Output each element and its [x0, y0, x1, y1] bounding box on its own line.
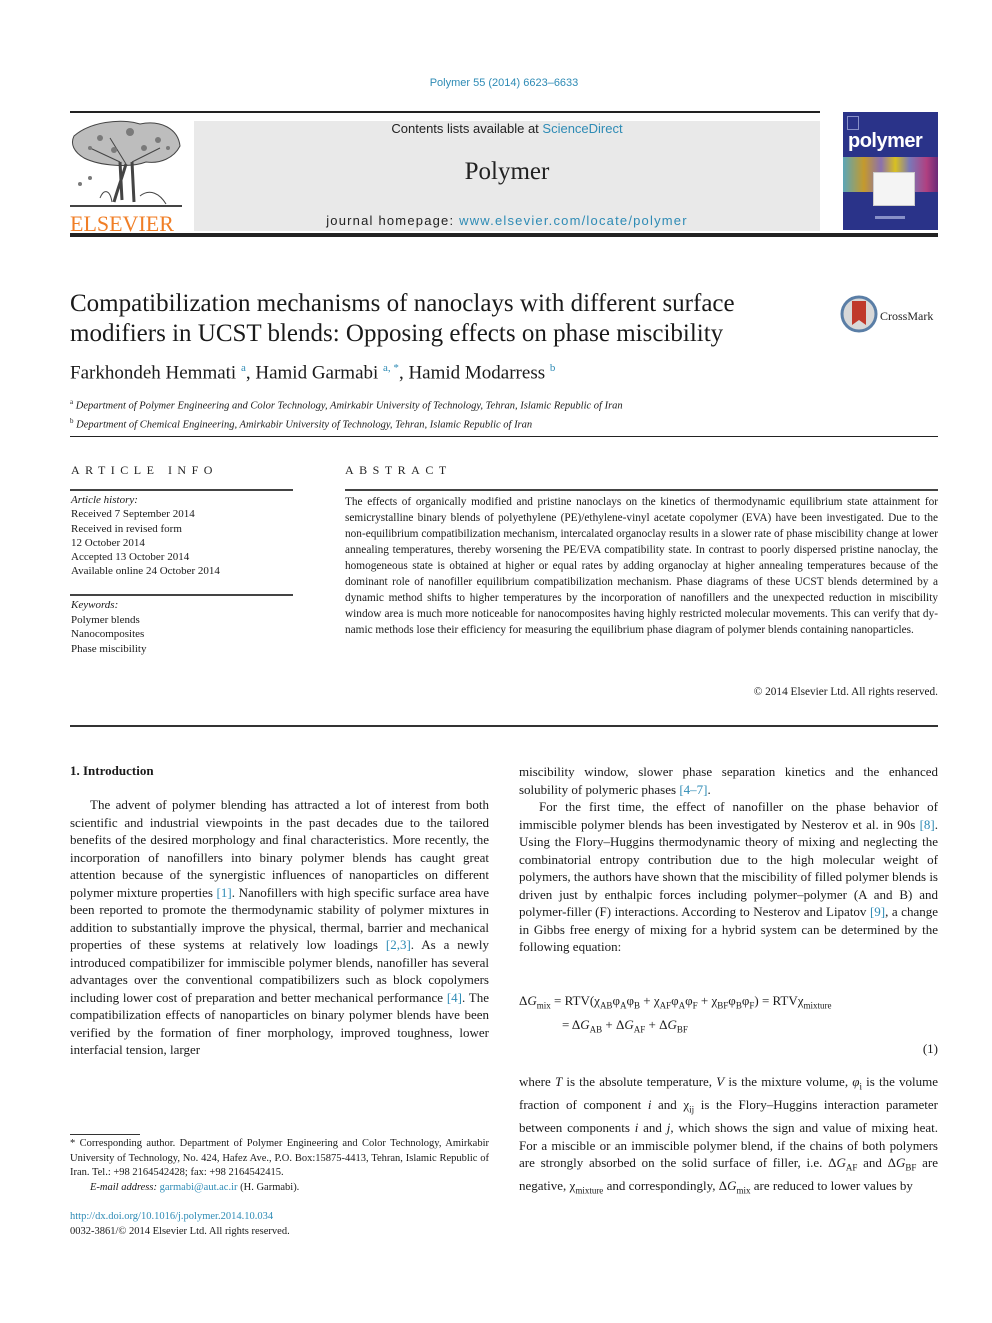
keywords: Keywords: Polymer blends Nanocomposites …	[71, 598, 146, 656]
cover-figure	[873, 172, 915, 206]
contents-line: Contents lists available at ScienceDirec…	[194, 121, 820, 136]
author-affiliation-mark[interactable]: b	[550, 362, 556, 374]
issn-copyright: 0032-3861/© 2014 Elsevier Ltd. All right…	[70, 1226, 290, 1237]
abstract-bottom-rule	[70, 725, 938, 727]
equation-number: (1)	[922, 1041, 938, 1056]
history-item: Accepted 13 October 2014	[71, 551, 190, 564]
abstract-text: The effects of organically modified and …	[345, 496, 938, 636]
citation-link[interactable]: [8]	[920, 817, 935, 832]
affiliation-mark: a	[70, 398, 74, 406]
crossmark-label: CrossMark	[880, 309, 934, 323]
doi-link[interactable]: http://dx.doi.org/10.1016/j.polymer.2014…	[70, 1211, 273, 1222]
article-info-rule	[70, 489, 293, 491]
history-label: Article history:	[71, 494, 138, 506]
affiliation-text: Department of Chemical Engineering, Amir…	[76, 419, 533, 430]
affiliation-mark: b	[70, 416, 74, 425]
sciencedirect-link[interactable]: ScienceDirect	[542, 121, 622, 136]
journal-homepage-link[interactable]: www.elsevier.com/locate/polymer	[459, 213, 688, 228]
author-name[interactable]: Hamid Modarress	[408, 362, 545, 383]
history-item: Received 7 September 2014	[71, 508, 195, 521]
corresponding-author-note: * Corresponding author. Department of Po…	[70, 1138, 489, 1178]
footnote-rule	[70, 1134, 140, 1135]
author-name[interactable]: Hamid Garmabi	[255, 362, 378, 383]
email-suffix: (H. Garmabi).	[237, 1181, 300, 1193]
email-link[interactable]: garmabi@aut.ac.ir	[160, 1182, 238, 1193]
history-item: Available online 24 October 2014	[71, 565, 220, 578]
abstract-copyright: © 2014 Elsevier Ltd. All rights reserved…	[753, 686, 938, 698]
keyword-item: Phase miscibility	[71, 642, 147, 655]
author-affiliation-mark[interactable]: a, *	[383, 362, 399, 374]
header-bottom-rule	[70, 233, 938, 237]
email-line: E-mail address: garmabi@aut.ac.ir (H. Ga…	[70, 1181, 489, 1196]
body-column-right: miscibility window, slower phase separat…	[519, 763, 938, 956]
paragraph: The advent of polymer blending has attra…	[70, 797, 489, 1057]
crossmark-button[interactable]: CrossMark	[840, 295, 940, 335]
homepage-line: journal homepage: www.elsevier.com/locat…	[194, 213, 820, 228]
citation-link[interactable]: [4–7]	[679, 782, 707, 797]
paragraph: where T is the absolute temperature, V i…	[519, 1074, 939, 1196]
contents-prefix: Contents lists available at	[391, 121, 543, 136]
journal-cover-thumbnail[interactable]: polymer	[843, 112, 938, 230]
citation-link[interactable]: [1]	[217, 885, 232, 900]
homepage-prefix: journal homepage:	[326, 213, 460, 228]
author-affiliation-mark[interactable]: a	[241, 362, 246, 374]
paragraph: miscibility window, slower phase separat…	[519, 764, 938, 797]
paragraph: For the first time, the effect of nanofi…	[519, 799, 938, 954]
author-list: Farkhondeh Hemmati a, Hamid Garmabi a, *…	[70, 362, 556, 384]
citation-link[interactable]: [9]	[870, 904, 885, 919]
history-item: 12 October 2014	[71, 536, 145, 549]
equation-1: ΔGmix = RTV(χABφAφB + χAFφAφF + χBFφBφF)…	[519, 993, 938, 1063]
article-history: Article history: Received 7 September 20…	[71, 493, 220, 579]
affiliation-rule	[70, 436, 938, 437]
citation-link[interactable]: [4]	[447, 990, 462, 1005]
equation-line: = ΔGAB + ΔGAF + ΔGBF	[562, 1017, 688, 1035]
author-name[interactable]: Farkhondeh Hemmati	[70, 362, 236, 383]
elsevier-emblem-icon	[847, 116, 859, 130]
keywords-label: Keywords:	[71, 599, 119, 611]
email-label: E-mail address:	[90, 1181, 157, 1193]
affiliation-item: b Department of Chemical Engineering, Am…	[70, 414, 623, 433]
body-column-left: 1. Introduction The advent of polymer bl…	[70, 763, 489, 1059]
keywords-rule	[70, 594, 293, 596]
abstract-rule	[345, 489, 938, 491]
keyword-item: Polymer blends	[71, 613, 140, 626]
citation-link[interactable]: [2,3]	[386, 937, 411, 952]
history-item: Received in revised form	[71, 522, 182, 535]
affiliations: a Department of Polymer Engineering and …	[70, 395, 623, 432]
affiliation-text: Department of Polymer Engineering and Co…	[75, 400, 623, 412]
article-info-heading: ARTICLE INFO	[71, 463, 218, 477]
article-title: Compatibilization mechanisms of nanoclay…	[70, 290, 735, 347]
body-column-right-continued: where T is the absolute temperature, V i…	[519, 1073, 938, 1200]
journal-citation[interactable]: Polymer 55 (2014) 6623–6633	[0, 77, 992, 89]
crossmark-icon	[840, 295, 878, 333]
keyword-item: Nanocomposites	[71, 628, 145, 640]
equation-line: ΔGmix = RTV(χABφAφB + χAFφAφF + χBFφBφF)…	[519, 993, 832, 1011]
journal-banner: Contents lists available at ScienceDirec…	[194, 121, 820, 231]
affiliation-item: a Department of Polymer Engineering and …	[70, 395, 623, 414]
journal-name: Polymer	[464, 158, 550, 185]
section-heading: 1. Introduction	[70, 763, 154, 778]
tree-icon	[70, 120, 182, 207]
footnote: * Corresponding author. Department of Po…	[70, 1137, 489, 1195]
header-rule	[70, 111, 820, 113]
abstract-heading: ABSTRACT	[345, 463, 452, 477]
cover-title: polymer	[848, 130, 923, 152]
cover-footer-text	[875, 216, 905, 219]
